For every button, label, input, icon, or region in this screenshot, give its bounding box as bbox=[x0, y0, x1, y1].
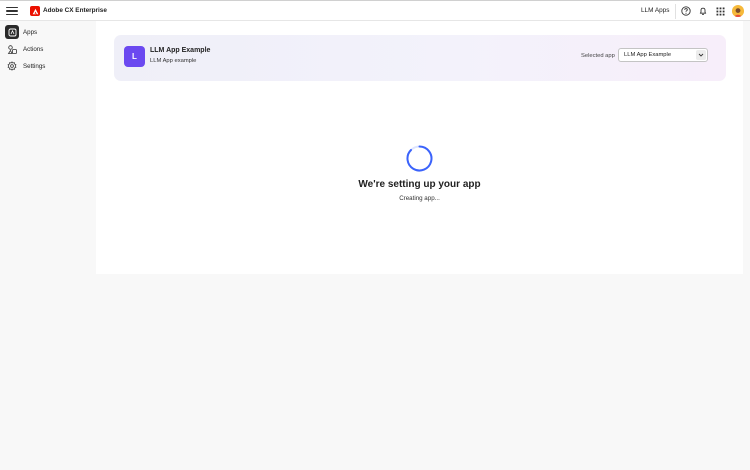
selected-app-value: LLM App Example bbox=[624, 52, 672, 58]
app-grid-icon[interactable] bbox=[714, 5, 726, 17]
apps-icon bbox=[5, 25, 19, 39]
avatar[interactable] bbox=[732, 5, 744, 17]
adobe-logo[interactable] bbox=[30, 6, 40, 16]
app-tile: L bbox=[124, 46, 145, 67]
loading-spinner-icon bbox=[406, 145, 433, 172]
bell-icon[interactable] bbox=[697, 5, 709, 17]
loading-subtitle: Creating app... bbox=[399, 195, 440, 202]
sidebar-item-label: Apps bbox=[23, 28, 38, 36]
app-subtitle: LLM App example bbox=[150, 58, 197, 64]
sidebar-item-label: Settings bbox=[23, 62, 46, 70]
app-header-card: L LLM App Example LLM App example Select… bbox=[114, 35, 726, 81]
main-content: L LLM App Example LLM App example Select… bbox=[96, 21, 743, 274]
sidebar-item-label: Actions bbox=[23, 45, 44, 53]
sidebar-item-apps[interactable]: Apps bbox=[5, 25, 37, 39]
help-icon[interactable] bbox=[680, 5, 692, 17]
context-label: LLM Apps bbox=[641, 7, 670, 14]
top-bar: Adobe CX Enterprise LLM Apps bbox=[0, 0, 750, 21]
actions-icon bbox=[5, 42, 19, 56]
divider bbox=[675, 4, 676, 19]
app-name: LLM App Example bbox=[150, 47, 211, 54]
menu-icon[interactable] bbox=[6, 5, 18, 17]
chevron-down-icon[interactable] bbox=[696, 50, 706, 60]
brand-name[interactable]: Adobe CX Enterprise bbox=[43, 7, 107, 14]
gear-icon bbox=[5, 59, 19, 73]
sidebar-item-actions[interactable]: Actions bbox=[5, 42, 43, 56]
loading-title: We're setting up your app bbox=[358, 179, 481, 190]
selected-app-label: Selected app bbox=[581, 53, 615, 59]
sidebar-item-settings[interactable]: Settings bbox=[5, 59, 45, 73]
selected-app-dropdown[interactable]: LLM App Example bbox=[618, 48, 708, 62]
